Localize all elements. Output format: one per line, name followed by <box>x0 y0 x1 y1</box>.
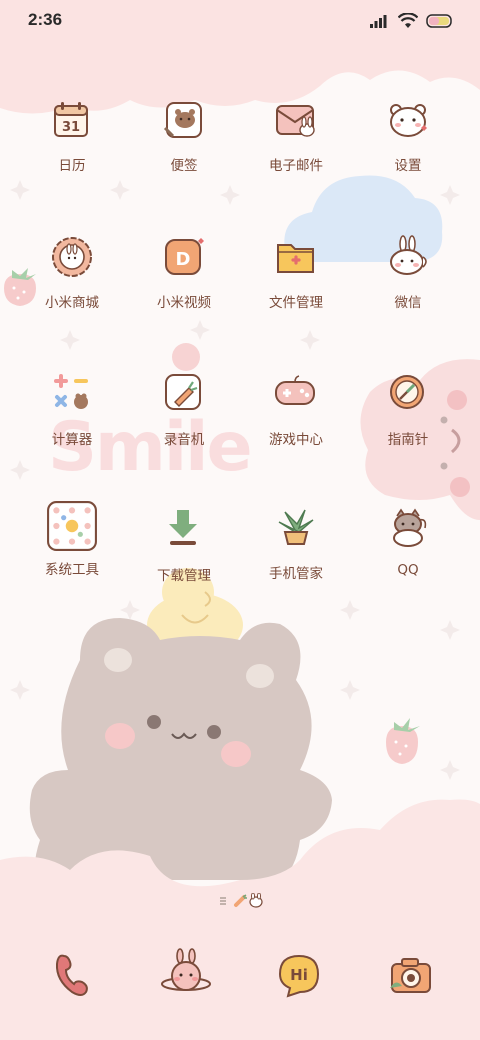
app-wechat[interactable]: 微信 <box>358 235 458 345</box>
compass-icon <box>390 375 424 409</box>
settings-bear-icon <box>390 104 427 137</box>
app-video[interactable]: D 小米视频 <box>134 235 234 345</box>
app-calendar[interactable]: 31 日历 <box>22 98 122 208</box>
app-game-center[interactable]: 游戏中心 <box>246 372 346 482</box>
phone-icon[interactable] <box>48 950 98 1000</box>
security-plant-icon <box>278 509 314 545</box>
signal-icon <box>370 15 387 28</box>
app-qq[interactable]: QQ <box>358 506 458 616</box>
app-label: 微信 <box>394 295 422 311</box>
qq-icon <box>393 508 427 547</box>
mail-icon <box>276 105 315 137</box>
game-controller-icon <box>275 375 315 405</box>
app-label: 便签 <box>170 158 198 174</box>
app-label: 文件管理 <box>269 295 323 311</box>
wifi-icon <box>398 13 418 28</box>
app-settings[interactable]: 设置 <box>358 98 458 208</box>
folder-icon <box>277 244 314 273</box>
video-icon: D <box>165 238 204 275</box>
app-label: 设置 <box>394 158 422 174</box>
app-files[interactable]: 文件管理 <box>246 235 346 345</box>
app-mall[interactable]: 小米商城 <box>22 235 122 345</box>
app-label: 游戏中心 <box>269 432 323 448</box>
app-label: 日历 <box>58 158 86 174</box>
app-label: 手机管家 <box>269 566 323 582</box>
system-tools-icon <box>47 501 97 551</box>
svg-text:Hi: Hi <box>290 966 308 984</box>
camera-icon[interactable] <box>386 952 436 1002</box>
app-label: 计算器 <box>51 432 93 448</box>
clock: 2:36 <box>28 10 63 29</box>
app-system-tools[interactable]: 系统工具 <box>22 501 122 612</box>
calendar-icon: 31 <box>54 102 88 137</box>
messages-hi-icon[interactable]: Hi <box>274 950 324 1000</box>
recorder-icon <box>165 374 201 410</box>
app-notes[interactable]: 便签 <box>134 98 234 208</box>
app-label: 电子邮件 <box>269 158 323 174</box>
app-label: 录音机 <box>163 432 205 448</box>
battery-icon <box>426 14 452 28</box>
app-label: QQ <box>397 562 419 578</box>
app-mail[interactable]: 电子邮件 <box>246 98 346 208</box>
app-calculator[interactable]: 计算器 <box>22 372 122 482</box>
status-bar: 2:36 <box>0 0 480 42</box>
calculator-icon <box>54 374 88 409</box>
app-label: 下载管理 <box>157 568 211 584</box>
notes-icon <box>163 102 202 138</box>
app-label: 小米视频 <box>157 295 211 311</box>
svg-text:D: D <box>176 249 191 270</box>
wechat-icon <box>390 235 427 275</box>
app-recorder[interactable]: 录音机 <box>134 372 234 482</box>
calendar-date: 31 <box>62 120 80 135</box>
download-icon <box>169 510 197 545</box>
mall-icon <box>52 237 92 277</box>
app-label: 指南针 <box>387 432 429 448</box>
app-label: 小米商城 <box>45 295 99 311</box>
page-indicator[interactable] <box>218 893 268 909</box>
browser-bunny-planet-icon[interactable] <box>160 948 212 1000</box>
app-compass[interactable]: 指南针 <box>358 372 458 482</box>
status-icons <box>370 11 454 31</box>
app-label: 系统工具 <box>45 562 99 578</box>
app-phone-manager[interactable]: 手机管家 <box>246 506 346 616</box>
app-downloads[interactable]: 下载管理 <box>134 508 234 618</box>
